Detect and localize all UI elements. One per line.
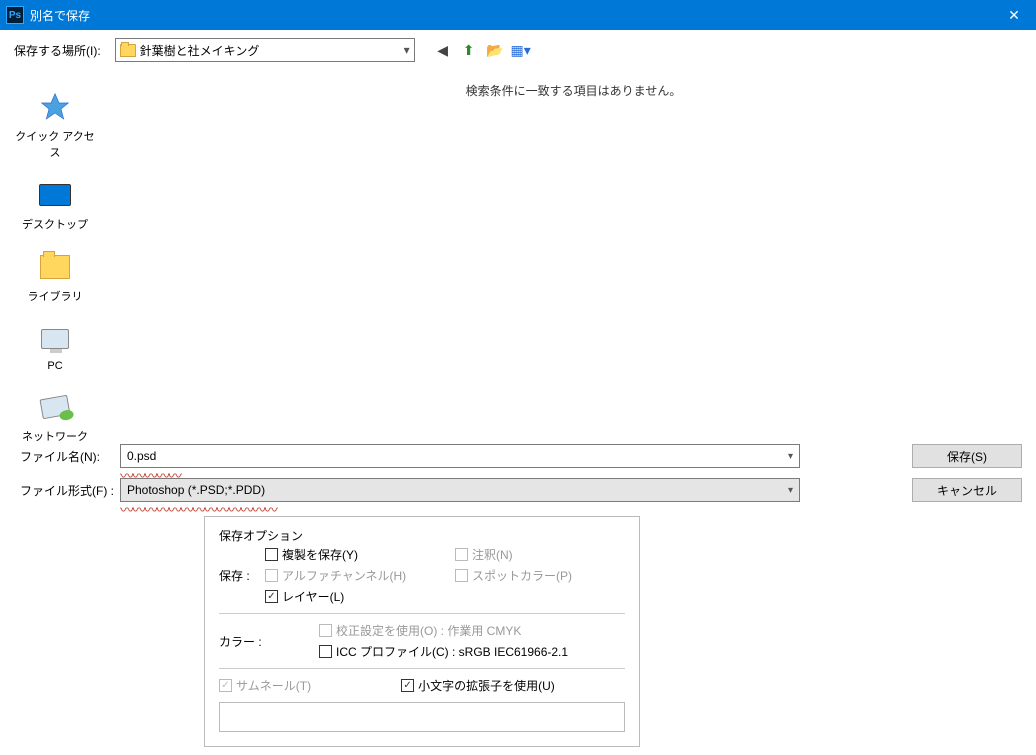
place-pc[interactable]: PC	[15, 322, 95, 372]
lookin-combo[interactable]: 針葉樹と社メイキング ▾	[115, 38, 415, 62]
new-folder-button[interactable]: 📂	[485, 40, 505, 60]
libraries-icon	[38, 250, 72, 284]
window-title: 別名で保存	[30, 7, 992, 24]
copy-label: 複製を保存(Y)	[282, 546, 358, 563]
titlebar: Ps 別名で保存 ✕	[0, 0, 1036, 30]
chevron-down-icon[interactable]: ▾	[788, 485, 793, 496]
views-button[interactable]: ▦▾	[511, 40, 531, 60]
divider	[219, 668, 625, 669]
save-button[interactable]: 保存(S)	[912, 444, 1022, 468]
alpha-label: アルファチャンネル(H)	[282, 567, 406, 584]
empty-message: 検索条件に一致する項目はありません。	[111, 82, 1036, 99]
filename-value: 0.psd	[127, 449, 788, 463]
star-icon	[38, 90, 72, 124]
place-label: ライブラリ	[28, 288, 83, 304]
toolbar: 保存する場所(I): 針葉樹と社メイキング ▾ ◀ ⬆ 📂 ▦▾	[0, 30, 1036, 70]
icc-label: ICC プロファイル(C) : sRGB IEC61966-2.1	[336, 643, 568, 660]
filename-label: ファイル名(N):	[20, 448, 120, 465]
place-network[interactable]: ネットワーク	[15, 390, 95, 444]
back-button[interactable]: ◀	[433, 40, 453, 60]
pc-icon	[38, 322, 72, 356]
annotations-label: 注釈(N)	[472, 546, 513, 563]
annotation-underline: 〰〰〰〰〰〰〰〰〰〰〰〰〰	[120, 500, 276, 520]
lowercase-label: 小文字の拡張子を使用(U)	[418, 677, 555, 694]
place-desktop[interactable]: デスクトップ	[15, 178, 95, 232]
cancel-button[interactable]: キャンセル	[912, 478, 1022, 502]
place-label: クイック アクセス	[15, 128, 95, 160]
alpha-checkbox: アルファチャンネル(H)	[265, 567, 435, 584]
close-button[interactable]: ✕	[992, 0, 1036, 30]
file-list[interactable]: 検索条件に一致する項目はありません。	[110, 70, 1036, 440]
current-folder-name: 針葉樹と社メイキング	[140, 42, 404, 59]
thumbnail-label: サムネール(T)	[236, 677, 311, 694]
network-icon	[38, 390, 72, 424]
filename-input[interactable]: 0.psd ▾	[120, 444, 800, 468]
format-select[interactable]: Photoshop (*.PSD;*.PDD) ▾	[120, 478, 800, 502]
desktop-icon	[38, 178, 72, 212]
lookin-label: 保存する場所(I):	[14, 42, 101, 59]
info-box	[219, 702, 625, 732]
place-label: デスクトップ	[22, 216, 88, 232]
format-value: Photoshop (*.PSD;*.PDD)	[127, 483, 788, 497]
icc-checkbox[interactable]: ICC プロファイル(C) : sRGB IEC61966-2.1	[319, 643, 568, 660]
copy-checkbox[interactable]: 複製を保存(Y)	[265, 546, 435, 563]
places-bar: クイック アクセス デスクトップ ライブラリ PC ネットワーク	[0, 70, 110, 440]
options-title: 保存オプション	[219, 527, 625, 544]
format-label: ファイル形式(F) :	[20, 482, 120, 499]
place-label: PC	[47, 360, 62, 372]
spot-checkbox: スポットカラー(P)	[455, 567, 625, 584]
chevron-down-icon: ▾	[404, 43, 410, 57]
lowercase-checkbox[interactable]: 小文字の拡張子を使用(U)	[401, 677, 555, 694]
divider	[219, 613, 625, 614]
layers-label: レイヤー(L)	[282, 588, 344, 605]
color-section-label: カラー :	[219, 633, 319, 650]
save-section-label: 保存 :	[219, 567, 265, 584]
save-options-panel: 保存オプション 保存 : 複製を保存(Y) 注釈(N) アルファチャンネル(H)…	[204, 516, 640, 747]
layers-checkbox[interactable]: レイヤー(L)	[265, 588, 435, 605]
place-quick-access[interactable]: クイック アクセス	[15, 90, 95, 160]
chevron-down-icon[interactable]: ▾	[788, 451, 793, 462]
proof-checkbox: 校正設定を使用(O) : 作業用 CMYK	[319, 622, 568, 639]
place-label: ネットワーク	[22, 428, 88, 444]
thumbnail-checkbox: サムネール(T)	[219, 677, 311, 694]
spot-label: スポットカラー(P)	[472, 567, 572, 584]
proof-label: 校正設定を使用(O) : 作業用 CMYK	[336, 622, 521, 639]
folder-icon	[120, 44, 136, 57]
up-button[interactable]: ⬆	[459, 40, 479, 60]
photoshop-icon: Ps	[6, 6, 24, 24]
place-libraries[interactable]: ライブラリ	[15, 250, 95, 304]
annotations-checkbox: 注釈(N)	[455, 546, 625, 563]
